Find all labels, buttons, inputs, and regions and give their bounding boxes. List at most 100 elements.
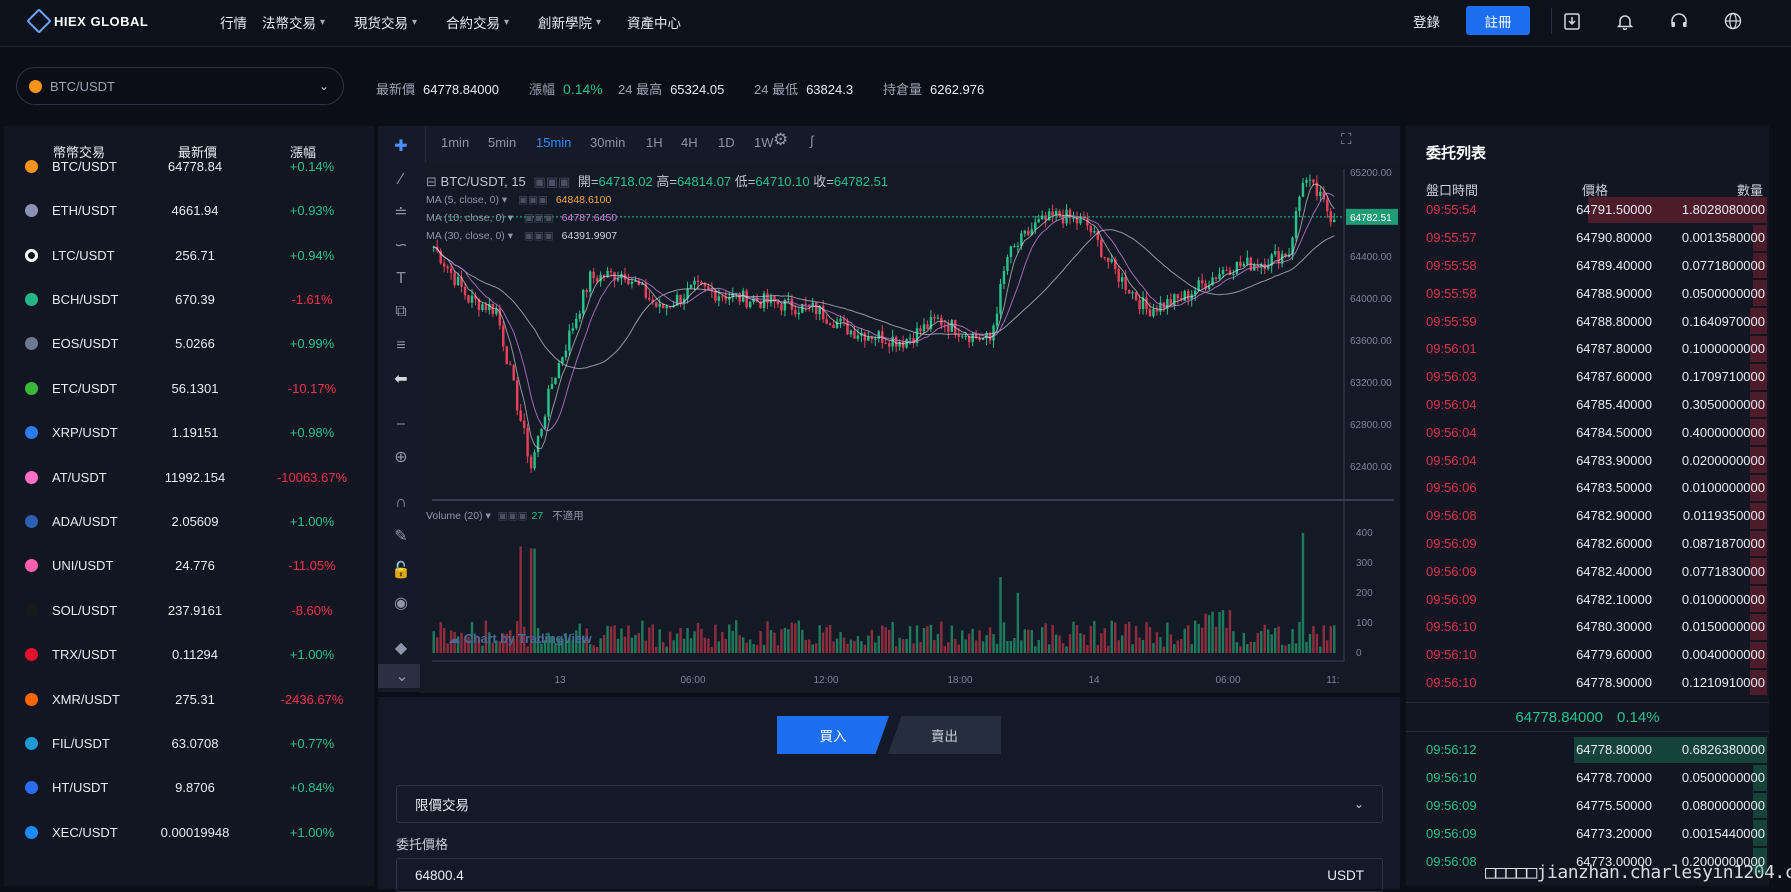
order-book-row[interactable]: 09:56:06 64783.50000 0.0100000000 [1422,474,1767,502]
buy-tab[interactable]: 買入 [777,716,889,754]
nav-item[interactable]: 資產中心 [627,12,681,32]
ma30-controls[interactable]: ▣▣▣ [524,230,554,242]
market-row[interactable]: EOS/USDT 5.0266 +0.99% [4,322,374,367]
order-book-row[interactable]: 09:56:04 64784.50000 0.4000000000 [1422,418,1767,446]
nav-item[interactable]: 現货交易 ▾ [354,12,417,32]
market-row[interactable]: AT/USDT 11992.154 -10063.67% [4,455,374,500]
interval-tab[interactable]: 5min [488,135,516,150]
price-label: 委托價格 [396,837,449,852]
order-book-row[interactable]: 09:56:08 64773.00000 0.2000000000 [1422,847,1767,875]
order-type-select[interactable]: 限價交易 ⌄ [396,785,1383,823]
market-row[interactable]: XRP/USDT 1.19151 +0.98% [4,410,374,455]
order-book-row[interactable]: 09:56:01 64787.80000 0.1000000000 [1422,335,1767,363]
market-row[interactable]: BTC/USDT 64778.84 +0.14% [4,144,374,189]
price-input[interactable]: 64800.4 USDT [396,858,1383,892]
zoom-in-icon[interactable]: ⊕ [388,445,414,469]
order-book-row[interactable]: 09:56:08 64782.90000 0.0119350000 [1422,502,1767,530]
order-book-row[interactable]: 09:55:57 64790.80000 0.0013580000 [1422,224,1767,252]
market-row[interactable]: XMR/USDT 275.31 -2436.67% [4,677,374,722]
volume-bar [835,638,839,653]
market-row[interactable]: HT/USDT 9.8706 +0.84% [4,766,374,811]
market-row[interactable]: BCH/USDT 670.39 -1.61% [4,277,374,322]
layers-icon[interactable]: ◆ [388,636,414,660]
eye-icon[interactable]: ◉ [388,591,414,615]
order-book-row[interactable]: 09:56:10 64778.90000 0.1210910000 [1422,669,1767,697]
market-row[interactable]: UNI/USDT 24.776 -11.05% [4,544,374,589]
order-book-row[interactable]: 09:56:09 64782.40000 0.0771830000 [1422,557,1767,585]
logo[interactable]: HIEX GLOBAL [26,8,148,34]
volume-controls[interactable]: ▣▣▣ [498,510,528,522]
bell-icon[interactable] [1613,9,1637,33]
login-link[interactable]: 登錄 [1413,11,1440,31]
pattern-tool-icon[interactable]: ⧉ [388,300,414,324]
market-row[interactable]: ADA/USDT 2.05609 +1.00% [4,499,374,544]
register-button[interactable]: 註冊 [1466,6,1530,35]
market-row[interactable]: ETH/USDT 4661.94 +0.93% [4,188,374,233]
collapse-legend-icon[interactable]: ⊟ [426,174,437,189]
order-book-row[interactable]: 09:56:03 64787.60000 0.1709710000 [1422,363,1767,391]
order-book-row[interactable]: 09:55:58 64789.40000 0.0771800000 [1422,252,1767,280]
market-row[interactable]: LTC/USDT 256.71 +0.94% [4,233,374,278]
nav-item[interactable]: 創新學院 ▾ [538,12,601,32]
interval-tab[interactable]: 15min [536,135,571,150]
candle-body [905,339,908,348]
order-book-row[interactable]: 09:55:59 64788.80000 0.1640970000 [1422,307,1767,335]
order-book-row[interactable]: 09:55:58 64788.90000 0.0500000000 [1422,279,1767,307]
fib-tool-icon[interactable]: ≐ [388,200,414,224]
order-book-row[interactable]: 09:56:10 64778.70000 0.0500000000 [1422,764,1767,792]
nav-item[interactable]: 合約交易 ▾ [446,12,509,32]
volume-bar [780,629,783,653]
order-book-row[interactable]: 09:56:04 64783.90000 0.0200000000 [1422,446,1767,474]
collapse-toolbar-icon[interactable]: ⌄ [378,664,426,688]
interval-tab[interactable]: 1H [646,135,663,150]
order-book-row[interactable]: 09:56:12 64778.80000 0.6826380000 [1422,736,1767,764]
nav-item[interactable]: 法幣交易 ▾ [262,12,325,32]
crosshair-icon[interactable]: ✚ [388,134,414,158]
pair-selector[interactable]: BTC/USDT ⌄ [16,67,344,105]
order-book-row[interactable]: 09:56:09 64782.60000 0.0871870000 [1422,530,1767,558]
order-book-row[interactable]: 09:56:04 64785.40000 0.3050000000 [1422,391,1767,419]
volume-bar [787,629,790,653]
order-book-row[interactable]: 09:55:54 64791.50000 1.8028080000 [1422,196,1767,224]
download-icon[interactable] [1560,9,1584,33]
fullscreen-icon[interactable]: ⛶ [1341,131,1352,148]
indicators-icon[interactable]: ∫ [810,133,814,148]
trendline-icon[interactable]: ∕ [388,168,414,192]
globe-icon[interactable] [1721,9,1745,33]
order-book-row[interactable]: 09:56:10 64780.30000 0.0150000000 [1422,613,1767,641]
ma10-controls[interactable]: ▣▣▣ [524,212,554,224]
legend-controls-icon[interactable]: ▣▣▣ [533,174,570,189]
interval-tab[interactable]: 1W [754,135,774,150]
lock-icon[interactable]: 🔓 [388,558,414,582]
settings-gear-icon[interactable]: ⚙ [773,130,788,150]
interval-tab[interactable]: 1min [441,135,469,150]
market-row[interactable]: FIL/USDT 63.0708 +0.77% [4,721,374,766]
order-book-row[interactable]: 09:56:09 64782.10000 0.0100000000 [1422,585,1767,613]
ruler-icon[interactable]: ⎯ [388,412,414,436]
headset-icon[interactable] [1667,9,1691,33]
market-row[interactable]: TRX/USDT 0.11294 +1.00% [4,632,374,677]
brush-icon[interactable]: ∽ [388,233,414,257]
order-book-row[interactable]: 09:56:10 64779.60000 0.0040000000 [1422,641,1767,669]
interval-tab[interactable]: 30min [590,135,625,150]
measure-tool-icon[interactable]: ≡ [388,334,414,358]
candle-body [1319,191,1322,196]
candlestick-chart[interactable]: 64782.51 65200.00 64400.00 64000.00 63600.00… [420,163,1400,693]
order-book-row[interactable]: 09:56:09 64773.20000 0.0015440000 [1422,819,1767,847]
page-scrollbar[interactable] [1771,48,1791,889]
interval-tab[interactable]: 4H [681,135,698,150]
market-row[interactable]: SOL/USDT 237.9161 -8.60% [4,588,374,633]
interval-tab[interactable]: 1D [718,135,735,150]
arrow-left-icon[interactable]: ⬅ [388,367,414,391]
nav-item[interactable]: 行情 [220,12,247,32]
magnet-icon[interactable]: ∩ [388,491,414,515]
ma5-controls[interactable]: ▣▣▣ [518,194,548,206]
sell-tab[interactable]: 賣出 [888,716,1001,754]
lock-drawing-icon[interactable]: ✎ [388,524,414,548]
market-row[interactable]: ETC/USDT 56.1301 -10.17% [4,366,374,411]
text-tool-icon[interactable]: T [388,267,414,291]
volume-bar [1333,625,1336,653]
order-book-row[interactable]: 09:56:09 64775.50000 0.0800000000 [1422,792,1767,820]
volume-bar [741,637,745,653]
market-row[interactable]: XEC/USDT 0.00019948 +1.00% [4,810,374,855]
